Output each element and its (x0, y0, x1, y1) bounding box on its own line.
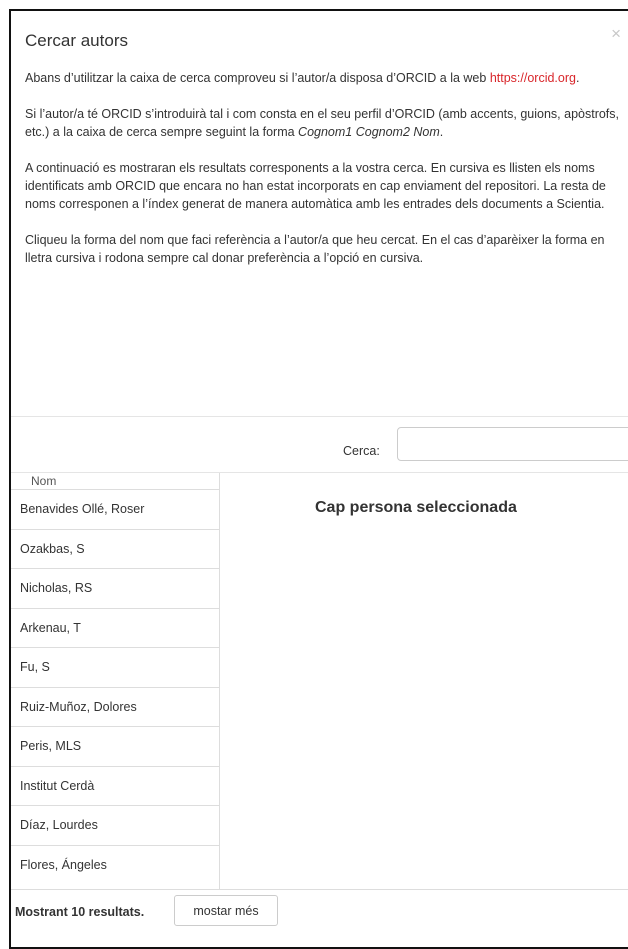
names-list: Nom Benavides Ollé, Roser Ozakbas, S Nic… (11, 473, 220, 889)
instructions-text: Abans d’utilitzar la caixa de cerca comp… (25, 71, 490, 85)
orcid-link[interactable]: https://orcid.org (490, 71, 576, 85)
instructions-text: . (439, 125, 444, 139)
list-item[interactable]: Institut Cerdà (11, 767, 219, 806)
list-item[interactable]: Arkenau, T (11, 609, 219, 648)
instructions-paragraph-4: Cliqueu la forma del nom que faci referè… (25, 233, 605, 265)
list-header-name: Nom (11, 473, 219, 490)
list-item[interactable]: Fu, S (11, 648, 219, 688)
person-detail-pane: Cap persona seleccionada (220, 473, 628, 889)
list-item[interactable]: Flores, Ángeles (11, 846, 219, 886)
list-item[interactable]: Peris, MLS (11, 727, 219, 767)
instructions-paragraph-3: A continuació es mostraran els resultats… (25, 161, 606, 211)
list-item[interactable]: Ruiz-Muñoz, Dolores (11, 688, 219, 727)
search-bar: Cerca: (11, 416, 628, 472)
list-item[interactable]: Díaz, Lourdes (11, 806, 219, 846)
dialog-header: Cercar autors × (11, 11, 628, 69)
results-footer: Mostrant 10 resultats. mostar més (11, 889, 628, 939)
dialog-title: Cercar autors (25, 31, 128, 50)
search-authors-dialog: Cercar autors × Abans d’utilitzar la cai… (9, 9, 628, 949)
list-item[interactable]: Benavides Ollé, Roser (11, 490, 219, 530)
instructions: Abans d’utilitzar la caixa de cerca comp… (11, 69, 628, 267)
search-input[interactable] (397, 427, 628, 461)
instructions-paragraph-1: Abans d’utilitzar la caixa de cerca comp… (25, 69, 621, 87)
list-item[interactable]: Nicholas, RS (11, 569, 219, 609)
no-selection-message: Cap persona seleccionada (315, 499, 517, 516)
show-more-button[interactable]: mostar més (174, 895, 278, 926)
results-count: Mostrant 10 resultats. (15, 905, 145, 919)
close-icon[interactable]: × (611, 25, 621, 42)
results-area: Nom Benavides Ollé, Roser Ozakbas, S Nic… (11, 472, 628, 889)
name-format-example: Cognom1 Cognom2 Nom (298, 125, 440, 139)
search-label: Cerca: (343, 444, 380, 458)
instructions-paragraph-2: Si l’autor/a té ORCID s’introduirà tal i… (25, 105, 621, 141)
list-item[interactable]: Ozakbas, S (11, 530, 219, 569)
instructions-text: . (575, 71, 580, 85)
